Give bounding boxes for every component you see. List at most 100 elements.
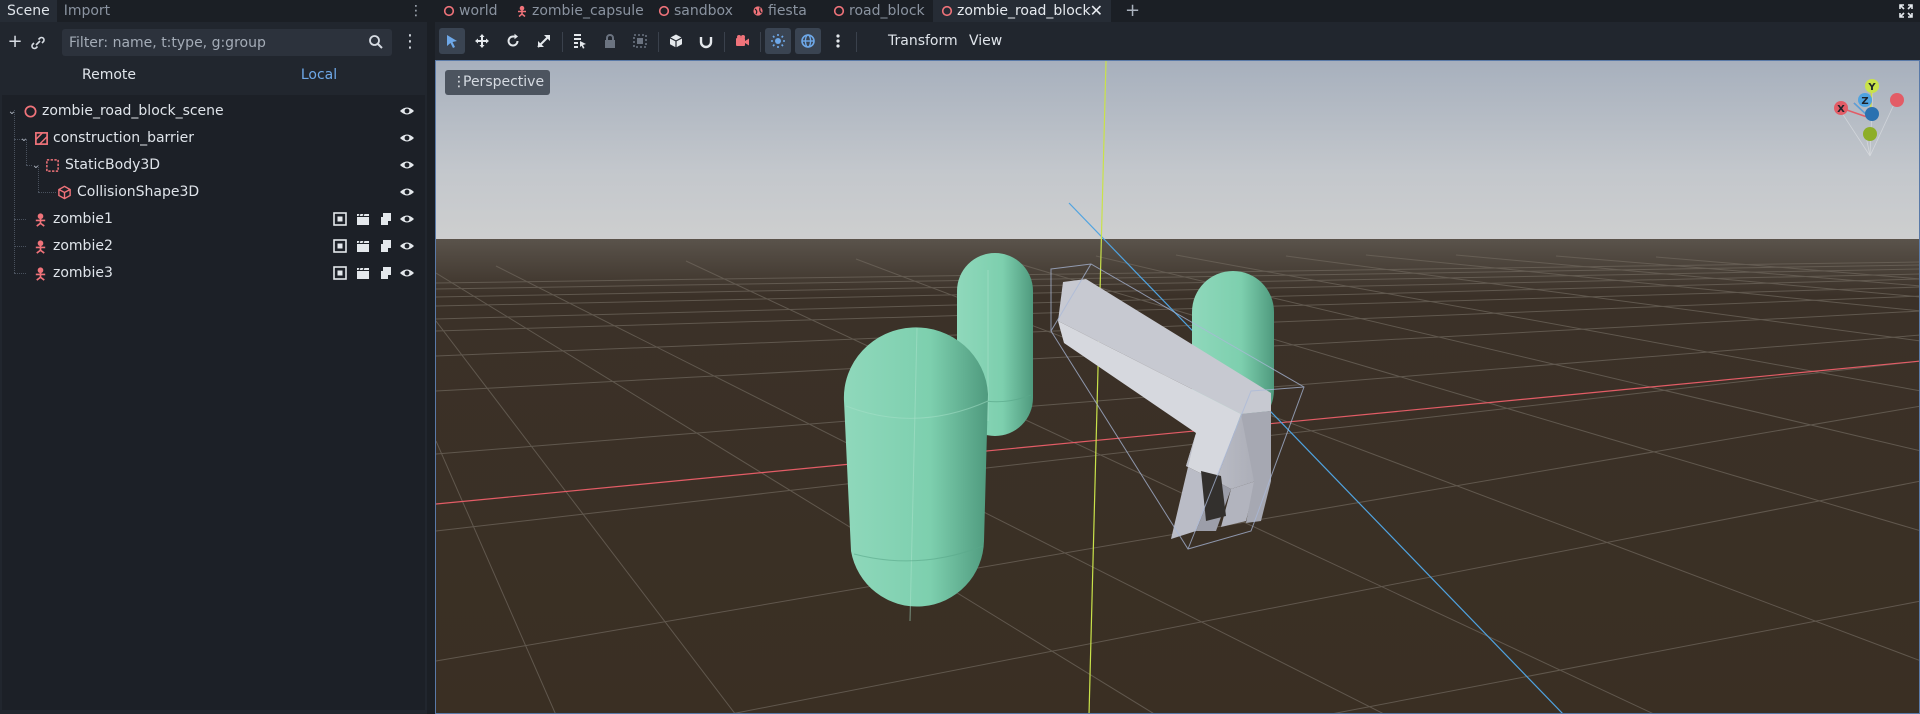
main-editor: world zombie_capsule sandbox fiesta road…: [435, 0, 1920, 714]
visibility-eye-icon[interactable]: [399, 104, 415, 118]
visibility-eye-icon[interactable]: [399, 212, 415, 226]
fullscreen-icon[interactable]: [1898, 3, 1914, 19]
tree-item-zombie3[interactable]: zombie3: [2, 260, 425, 287]
tree-item-staticbody3d[interactable]: ⌄ StaticBody3D: [2, 152, 425, 179]
visibility-eye-icon[interactable]: [399, 185, 415, 199]
collisionshape3d-icon: [58, 185, 71, 200]
gizmo-neg-y-handle[interactable]: [1863, 127, 1877, 141]
group-icon: [633, 34, 647, 48]
snap-button[interactable]: [693, 28, 719, 54]
instance-scene-icon[interactable]: [28, 28, 48, 61]
clapperboard-icon[interactable]: [356, 212, 370, 226]
tab-sandbox[interactable]: sandbox: [650, 0, 744, 22]
zombie-instance-icon: [35, 213, 46, 227]
zombie-instance-icon: [518, 5, 526, 17]
list-select-button[interactable]: [567, 28, 593, 54]
tab-road-block[interactable]: road_block: [825, 0, 933, 22]
tree-item-zombie1[interactable]: zombie1: [2, 206, 425, 233]
select-mode-button[interactable]: [439, 28, 465, 54]
scene-dock: Scene Import ⋮ + ⋮ Remote Local: [0, 0, 427, 714]
close-tab-icon[interactable]: ✕: [1090, 0, 1103, 22]
dock-splitter[interactable]: [427, 0, 435, 714]
chevron-down-icon[interactable]: ⌄: [18, 125, 30, 152]
perspective-menu-button[interactable]: ⋮ Perspective: [445, 70, 551, 95]
viewport-options-button[interactable]: [825, 28, 851, 54]
clapperboard-icon[interactable]: [356, 266, 370, 280]
tree-item-label: zombie_road_block_scene: [42, 103, 224, 119]
staticbody3d-icon: [46, 159, 59, 172]
ground-plane: [436, 239, 1919, 713]
preview-camera-button[interactable]: [729, 28, 755, 54]
tree-item-collisionshape3d[interactable]: CollisionShape3D: [2, 179, 425, 206]
visibility-eye-icon[interactable]: [399, 239, 415, 253]
clapperboard-icon[interactable]: [356, 239, 370, 253]
zombie1-capsule[interactable]: [843, 327, 989, 622]
script-icon[interactable]: [379, 266, 393, 280]
visibility-eye-icon[interactable]: [399, 266, 415, 280]
tab-scene[interactable]: Scene: [0, 0, 57, 22]
chevron-down-icon[interactable]: ⌄: [6, 98, 18, 125]
lock-button[interactable]: [597, 28, 623, 54]
globe-icon: [753, 6, 763, 16]
kebab-menu-icon: [836, 34, 840, 48]
viewport-scene[interactable]: Y X Z: [436, 61, 1920, 714]
scene-tree: ⌄ zombie_road_block_scene ⌄ construction…: [2, 95, 425, 710]
script-icon[interactable]: [379, 212, 393, 226]
tree-item-label: zombie3: [53, 265, 113, 281]
cube-icon: [669, 34, 683, 48]
tab-import[interactable]: Import: [57, 0, 117, 22]
tab-label: sandbox: [674, 3, 733, 19]
tab-label: zombie_capsule: [532, 3, 644, 19]
dock-menu-icon[interactable]: ⋮: [409, 0, 423, 22]
gizmo-neg-x-handle[interactable]: [1890, 93, 1904, 107]
tab-zombie-capsule[interactable]: zombie_capsule: [508, 0, 650, 22]
move-mode-button[interactable]: [469, 28, 495, 54]
tab-fiesta[interactable]: fiesta: [744, 0, 825, 22]
zombie-instance-icon: [35, 240, 46, 254]
search-icon: [369, 35, 383, 49]
toggle-sun-button[interactable]: [765, 28, 791, 54]
chevron-down-icon[interactable]: ⌄: [30, 152, 42, 179]
lock-icon: [605, 34, 615, 48]
visibility-eye-icon[interactable]: [399, 158, 415, 172]
3d-viewport[interactable]: Y X Z ⋮ Perspective: [435, 60, 1920, 714]
rotate-mode-button[interactable]: [500, 28, 526, 54]
tab-label: zombie_road_block: [957, 3, 1091, 19]
add-scene-tab-icon[interactable]: +: [1125, 0, 1140, 22]
transform-menu[interactable]: Transform: [888, 28, 958, 54]
scale-mode-button[interactable]: [531, 28, 557, 54]
tree-item-zombie-road-block-scene[interactable]: ⌄ zombie_road_block_scene: [2, 98, 425, 125]
scene-instance-icon: [35, 132, 48, 145]
tree-item-label: construction_barrier: [53, 130, 195, 146]
editable-children-icon[interactable]: [333, 266, 347, 280]
tab-world[interactable]: world: [435, 0, 508, 22]
filter-input[interactable]: [62, 29, 352, 56]
sky-background: [436, 61, 1919, 261]
add-node-icon[interactable]: +: [5, 27, 25, 57]
tab-zombie-road-block[interactable]: zombie_road_block ✕: [933, 0, 1111, 22]
use-local-space-button[interactable]: [663, 28, 689, 54]
view-menu[interactable]: View: [969, 28, 1002, 54]
node3d-icon: [941, 5, 953, 17]
remote-button[interactable]: Remote: [4, 62, 214, 88]
tree-item-zombie2[interactable]: zombie2: [2, 233, 425, 260]
local-button[interactable]: Local: [214, 62, 424, 88]
kebab-menu-icon: ⋮: [452, 74, 466, 90]
script-icon[interactable]: [379, 239, 393, 253]
scene-tab-bar: world zombie_capsule sandbox fiesta road…: [435, 0, 1920, 22]
toggle-environment-button[interactable]: [795, 28, 821, 54]
editable-children-icon[interactable]: [333, 239, 347, 253]
list-select-icon: [574, 34, 586, 49]
tree-item-construction-barrier[interactable]: ⌄ construction_barrier: [2, 125, 425, 152]
editable-children-icon[interactable]: [333, 212, 347, 226]
gizmo-z-label: Z: [1861, 96, 1868, 107]
filter-box: [62, 29, 392, 56]
visibility-eye-icon[interactable]: [399, 131, 415, 145]
filter-options-icon[interactable]: ⋮: [400, 27, 420, 57]
group-button[interactable]: [627, 28, 653, 54]
tree-item-label: CollisionShape3D: [77, 184, 200, 200]
gizmo-neg-z-handle[interactable]: [1865, 107, 1879, 121]
node3d-icon: [24, 105, 37, 118]
viewport-toolbar: Transform View: [435, 26, 1920, 58]
node3d-icon: [443, 5, 455, 17]
